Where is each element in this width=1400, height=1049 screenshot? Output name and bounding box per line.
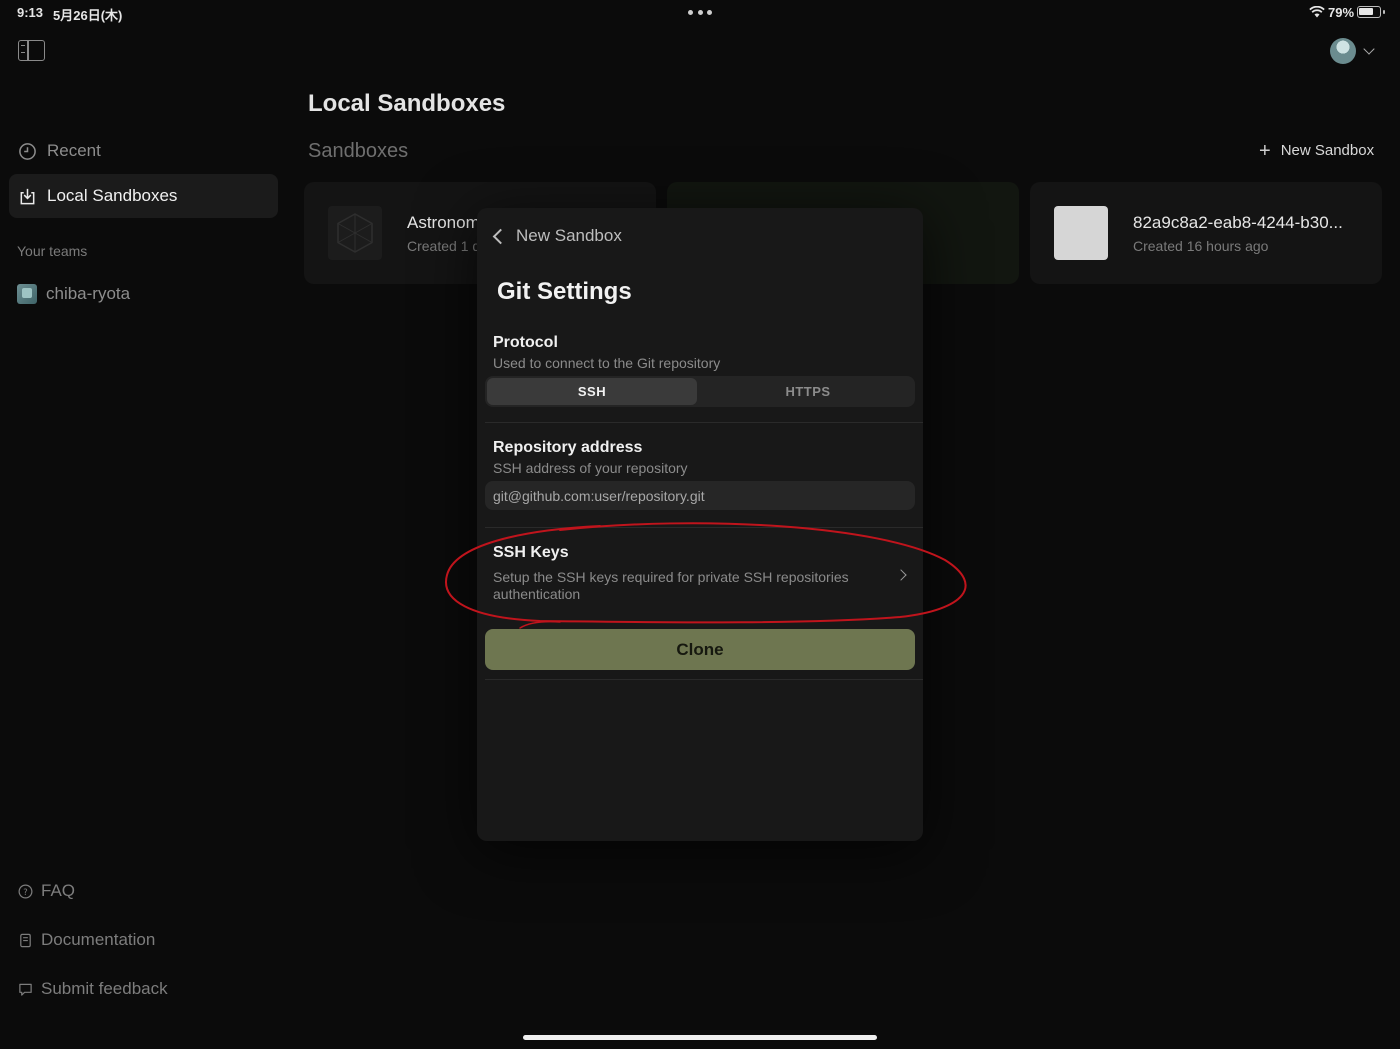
home-indicator[interactable] [523, 1035, 877, 1040]
sidebar-item-submit-feedback[interactable]: Submit feedback [17, 979, 168, 999]
chevron-left-icon [492, 228, 509, 244]
sidebar-item-label: Local Sandboxes [47, 186, 178, 205]
multitasking-dots-icon[interactable] [688, 10, 712, 16]
sandbox-meta: Created 1 d [407, 238, 477, 254]
divider [485, 679, 923, 680]
sidebar-item-faq[interactable]: ? FAQ [17, 881, 75, 901]
hexagon-logo-icon [337, 213, 373, 253]
clone-button[interactable]: Clone [485, 629, 915, 670]
battery-percent: 79% [1328, 5, 1355, 20]
sandbox-card[interactable]: 82a9c8a2-eab8-4244-b30... Created 16 hou… [1030, 182, 1382, 284]
ssh-keys-row[interactable]: SSH Keys Setup the SSH keys required for… [477, 533, 923, 608]
page-title: Local Sandboxes [308, 90, 506, 117]
chevron-down-icon[interactable] [1363, 43, 1375, 55]
document-icon [17, 932, 33, 948]
status-date: 5月26日(木) [53, 8, 123, 23]
svg-text:?: ? [23, 886, 27, 896]
sidebar-item-documentation[interactable]: Documentation [17, 930, 155, 950]
chevron-right-icon [895, 569, 907, 581]
repo-desc: SSH address of your repository [493, 460, 688, 476]
user-avatar[interactable] [1330, 38, 1356, 64]
status-time: 9:13 [17, 5, 44, 20]
team-avatar [17, 284, 37, 304]
section-title: Sandboxes [308, 140, 409, 162]
teams-header: Your teams [17, 243, 88, 259]
documentation-label: Documentation [41, 930, 156, 949]
sandbox-thumbnail [328, 206, 382, 260]
ssh-keys-desc-line2: authentication [493, 586, 581, 602]
ssh-keys-desc-line1: Setup the SSH keys required for private … [493, 569, 849, 585]
divider [485, 527, 923, 528]
sidebar-item-team[interactable]: chiba-ryota [17, 284, 130, 304]
faq-label: FAQ [41, 881, 76, 900]
clock-icon [17, 141, 37, 161]
sandbox-name: 82a9c8a2-eab8-4244-b30... [1133, 213, 1343, 232]
sidebar-item-recent[interactable]: Recent [9, 129, 278, 173]
protocol-option-ssh[interactable]: SSH [487, 378, 697, 405]
git-settings-modal: New Sandbox Git Settings Protocol Used t… [477, 208, 923, 841]
divider [485, 422, 923, 423]
team-label: chiba-ryota [46, 284, 131, 303]
back-button[interactable]: New Sandbox [491, 226, 622, 246]
status-bar: 9:13 5月26日(木) 79% [0, 0, 1400, 26]
chat-bubble-icon [17, 981, 33, 997]
wifi-icon [1309, 6, 1325, 18]
sandbox-meta: Created 16 hours ago [1133, 238, 1269, 254]
sandbox-thumbnail [1054, 206, 1108, 260]
protocol-desc: Used to connect to the Git repository [493, 355, 721, 371]
protocol-option-https[interactable]: HTTPS [703, 378, 913, 405]
modal-title: Git Settings [497, 278, 632, 305]
sidebar-item-label: Recent [47, 141, 101, 160]
protocol-label: Protocol [493, 334, 558, 351]
protocol-segmented-control: SSH HTTPS [485, 376, 915, 407]
battery-icon [1357, 6, 1385, 18]
repository-address-input[interactable] [485, 481, 915, 510]
sidebar-toggle-icon[interactable] [18, 40, 45, 61]
sandbox-name: Astronom [407, 213, 477, 232]
new-sandbox-button[interactable]: + New Sandbox [1259, 139, 1375, 162]
ssh-keys-label: SSH Keys [493, 544, 569, 561]
new-sandbox-label: New Sandbox [1280, 142, 1375, 159]
repo-label: Repository address [493, 439, 643, 456]
download-tray-icon [17, 186, 37, 206]
question-circle-icon: ? [17, 883, 33, 899]
sidebar-item-local-sandboxes[interactable]: Local Sandboxes [9, 174, 278, 218]
back-label: New Sandbox [516, 226, 622, 245]
submit-feedback-label: Submit feedback [41, 979, 168, 998]
plus-icon: + [1259, 139, 1271, 162]
